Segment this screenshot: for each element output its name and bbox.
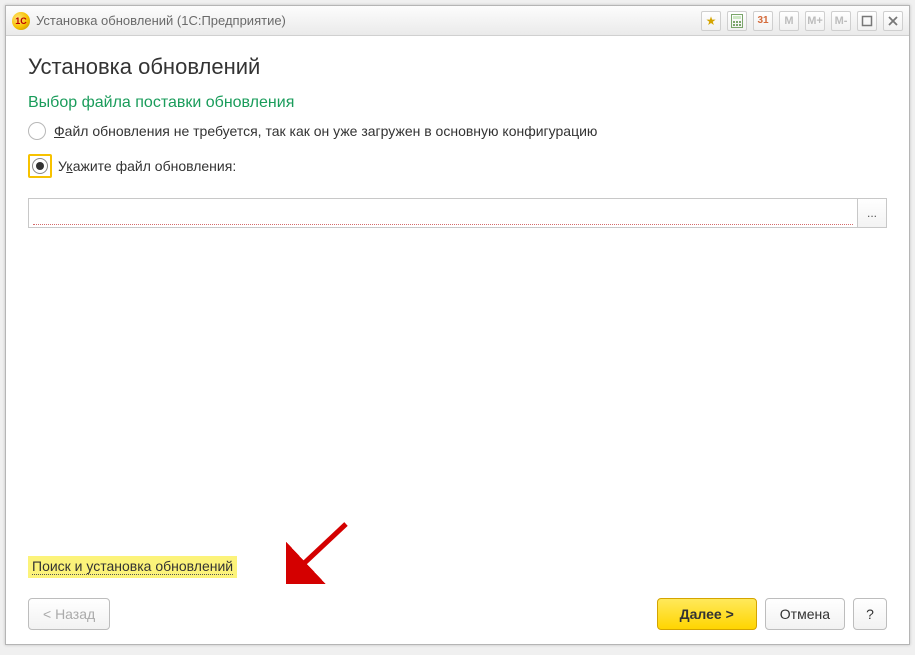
browse-label: ... xyxy=(867,206,877,220)
section-title: Выбор файла поставки обновления xyxy=(28,94,887,112)
file-path-input[interactable] xyxy=(28,198,857,228)
radio-icon-selected xyxy=(28,154,52,178)
calendar-icon[interactable]: 31 xyxy=(753,11,773,31)
calendar-day: 31 xyxy=(757,15,768,26)
memory-m-button[interactable]: M xyxy=(779,11,799,31)
cancel-button[interactable]: Отмена xyxy=(765,598,845,630)
radio-icon xyxy=(28,122,46,140)
memory-mplus-button[interactable]: M+ xyxy=(805,11,825,31)
radio-option-not-required[interactable]: Файл обновления не требуется, так как он… xyxy=(28,122,887,140)
titlebar: 1C Установка обновлений (1С:Предприятие)… xyxy=(6,6,909,36)
window-frame: 1C Установка обновлений (1С:Предприятие)… xyxy=(5,5,910,645)
back-button[interactable]: < Назад xyxy=(28,598,110,630)
radio-option-specify-file[interactable]: Укажите файл обновления: xyxy=(28,154,887,178)
file-input-row: ... xyxy=(28,198,887,228)
content-spacer xyxy=(28,228,887,556)
button-row: < Назад Далее > Отмена ? xyxy=(28,598,887,630)
favorite-icon[interactable]: ★ xyxy=(701,11,721,31)
app-icon: 1C xyxy=(12,12,30,30)
help-button[interactable]: ? xyxy=(853,598,887,630)
next-button[interactable]: Далее > xyxy=(657,598,757,630)
app-icon-text: 1C xyxy=(15,16,27,26)
radio-label-specify-file: Укажите файл обновления: xyxy=(58,158,236,174)
radio-label-not-required: Файл обновления не требуется, так как он… xyxy=(54,123,597,139)
calculator-icon[interactable] xyxy=(727,11,747,31)
maximize-icon[interactable] xyxy=(857,11,877,31)
content-area: Установка обновлений Выбор файла поставк… xyxy=(6,36,909,644)
browse-button[interactable]: ... xyxy=(857,198,887,228)
search-updates-link[interactable]: Поиск и установка обновлений xyxy=(32,558,233,575)
window-title: Установка обновлений (1С:Предприятие) xyxy=(36,13,286,28)
close-icon[interactable] xyxy=(883,11,903,31)
page-title: Установка обновлений xyxy=(28,54,887,80)
search-updates-link-highlight: Поиск и установка обновлений xyxy=(28,556,237,578)
memory-mminus-button[interactable]: M- xyxy=(831,11,851,31)
